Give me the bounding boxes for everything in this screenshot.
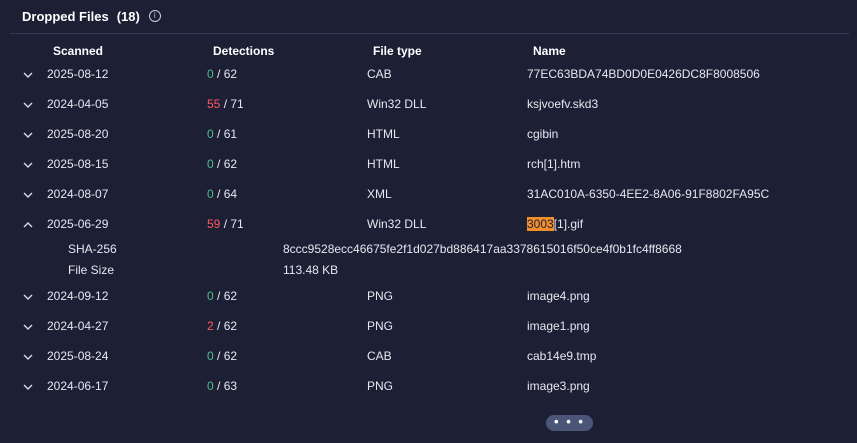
detections: 0 / 61 xyxy=(207,119,237,149)
file-row[interactable]: 2024-04-27 2 / 62 PNG image1.png xyxy=(0,311,857,341)
file-row[interactable]: 2024-04-05 55 / 71 Win32 DLL ksjvoefv.sk… xyxy=(0,89,857,119)
detection-count: 0 xyxy=(207,67,214,81)
chevron-down-icon[interactable] xyxy=(20,119,36,149)
chevron-down-icon[interactable] xyxy=(20,149,36,179)
file-name-rest: [1].gif xyxy=(553,217,584,231)
chevron-down-icon[interactable] xyxy=(20,311,36,341)
file-row[interactable]: 2025-08-15 0 / 62 HTML rch[1].htm xyxy=(0,149,857,179)
file-name-link[interactable]: 31AC010A-6350-4EE2-8A06-91F8802FA95C xyxy=(527,179,769,209)
file-name-link[interactable]: image4.png xyxy=(527,281,590,311)
chevron-down-icon[interactable] xyxy=(20,341,36,371)
file-count: (18) xyxy=(116,8,140,24)
detection-total: / 71 xyxy=(223,217,244,231)
detection-count: 0 xyxy=(207,379,214,393)
file-row[interactable]: 2024-09-12 0 / 62 PNG image4.png xyxy=(0,281,857,311)
detections: 0 / 63 xyxy=(207,371,237,401)
detections: 0 / 64 xyxy=(207,179,237,209)
file-row[interactable]: 2024-06-17 0 / 63 PNG image3.png xyxy=(0,371,857,401)
detection-total: / 71 xyxy=(223,97,244,111)
detection-count: 0 xyxy=(207,157,214,171)
scan-date: 2024-04-05 xyxy=(47,97,109,111)
file-size-value: 113.48 KB xyxy=(283,263,339,277)
detections: 2 / 62 xyxy=(207,311,237,341)
detections: 55 / 71 xyxy=(207,89,244,119)
file-row[interactable]: 2025-08-24 0 / 62 CAB cab14e9.tmp xyxy=(0,341,857,371)
file-type: CAB xyxy=(367,349,392,363)
detections: 0 / 62 xyxy=(207,149,237,179)
file-name-link[interactable]: image1.png xyxy=(527,311,590,341)
file-type: PNG xyxy=(367,379,394,393)
detection-total: / 62 xyxy=(217,67,238,81)
scan-date: 2024-04-27 xyxy=(47,319,109,333)
detections: 0 / 62 xyxy=(207,341,237,371)
detection-total: / 62 xyxy=(217,349,238,363)
scan-date: 2024-09-12 xyxy=(47,289,109,303)
chevron-down-icon[interactable] xyxy=(20,179,36,209)
detail-sha256: SHA-256 8ccc9528ecc46675fe2f1d027bd88641… xyxy=(0,239,857,260)
file-row[interactable]: 2025-08-12 0 / 62 CAB 77EC63BDA74BD0D0E0… xyxy=(0,59,857,89)
detection-total: / 62 xyxy=(217,319,238,333)
scan-date: 2025-06-29 xyxy=(47,217,109,231)
detection-count: 59 xyxy=(207,217,221,231)
chevron-down-icon[interactable] xyxy=(20,89,36,119)
scan-date: 2024-08-07 xyxy=(47,187,109,201)
header-divider xyxy=(10,33,849,34)
file-type: Win32 DLL xyxy=(367,97,427,111)
file-type: Win32 DLL xyxy=(367,217,427,231)
detection-count: 2 xyxy=(207,319,214,333)
file-name-link[interactable]: rch[1].htm xyxy=(527,149,580,179)
scan-date: 2025-08-20 xyxy=(47,127,109,141)
detection-count: 55 xyxy=(207,97,221,111)
detection-total: / 61 xyxy=(217,127,238,141)
file-type: PNG xyxy=(367,319,394,333)
column-header-scanned[interactable]: Scanned xyxy=(53,44,103,58)
file-name-link[interactable]: image3.png xyxy=(527,371,590,401)
scan-date: 2025-08-12 xyxy=(47,67,109,81)
file-name-link[interactable]: cab14e9.tmp xyxy=(527,341,596,371)
file-type: PNG xyxy=(367,289,394,303)
file-name-link[interactable]: 3003[1].gif xyxy=(527,209,583,239)
scan-date: 2025-08-24 xyxy=(47,349,109,363)
detection-count: 0 xyxy=(207,349,214,363)
sha256-label: SHA-256 xyxy=(68,242,117,256)
detection-total: / 62 xyxy=(217,289,238,303)
section-title: Dropped Files xyxy=(22,8,109,24)
detection-count: 0 xyxy=(207,127,214,141)
detection-total: / 62 xyxy=(217,157,238,171)
column-header-file-type[interactable]: File type xyxy=(373,44,422,58)
detection-total: / 63 xyxy=(217,379,238,393)
info-icon[interactable]: i xyxy=(148,10,161,22)
column-header-name[interactable]: Name xyxy=(533,44,566,58)
load-more-button[interactable]: • • • xyxy=(546,415,593,431)
detection-count: 0 xyxy=(207,187,214,201)
detection-total: / 64 xyxy=(217,187,238,201)
detections: 59 / 71 xyxy=(207,209,244,239)
column-header-detections[interactable]: Detections xyxy=(213,44,274,58)
scan-date: 2024-06-17 xyxy=(47,379,109,393)
file-type: XML xyxy=(367,187,392,201)
chevron-down-icon[interactable] xyxy=(20,59,36,89)
file-type: CAB xyxy=(367,67,392,81)
chevron-up-icon[interactable] xyxy=(20,209,36,239)
file-row[interactable]: 2024-08-07 0 / 64 XML 31AC010A-6350-4EE2… xyxy=(0,179,857,209)
detections: 0 / 62 xyxy=(207,281,237,311)
search-highlight: 3003 xyxy=(527,217,554,231)
detections: 0 / 62 xyxy=(207,59,237,89)
file-type: HTML xyxy=(367,127,400,141)
file-name-link[interactable]: ksjvoefv.skd3 xyxy=(527,89,598,119)
chevron-down-icon[interactable] xyxy=(20,281,36,311)
scan-date: 2025-08-15 xyxy=(47,157,109,171)
file-name-link[interactable]: 77EC63BDA74BD0D0E0426DC8F8008506 xyxy=(527,59,760,89)
file-type: HTML xyxy=(367,157,400,171)
section-header: Dropped Files (18) i xyxy=(22,6,161,26)
file-row-expanded[interactable]: 2025-06-29 59 / 71 Win32 DLL 3003[1].gif xyxy=(0,209,857,239)
file-row[interactable]: 2025-08-20 0 / 61 HTML cgibin xyxy=(0,119,857,149)
file-name-link[interactable]: cgibin xyxy=(527,119,558,149)
sha256-value[interactable]: 8ccc9528ecc46675fe2f1d027bd886417aa33786… xyxy=(283,239,682,260)
chevron-down-icon[interactable] xyxy=(20,371,36,401)
detail-file-size: File Size 113.48 KB xyxy=(0,260,857,281)
file-size-label: File Size xyxy=(68,263,115,277)
detection-count: 0 xyxy=(207,289,214,303)
